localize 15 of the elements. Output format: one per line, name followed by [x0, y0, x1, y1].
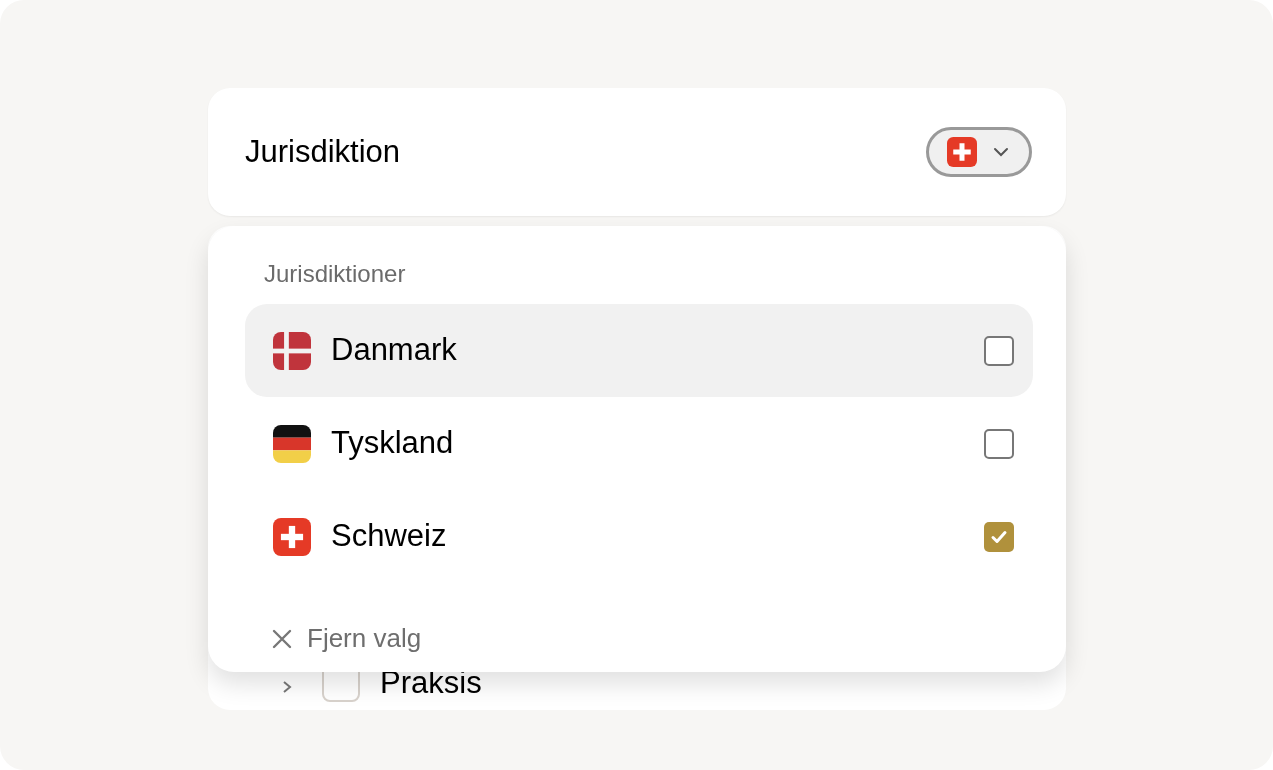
- option-label: Schweiz: [331, 517, 448, 556]
- menu-option[interactable]: Schweiz: [245, 490, 1033, 583]
- jurisdiction-selector[interactable]: [926, 127, 1032, 177]
- close-icon: [271, 627, 293, 650]
- section-title: Jurisdiktion: [245, 132, 401, 171]
- menu-option[interactable]: Tyskland: [245, 397, 1033, 490]
- tree-item-label: Praksis: [380, 663, 482, 702]
- menu-heading: Jurisdiktioner: [263, 259, 407, 289]
- menu-option[interactable]: Danmark: [245, 304, 1033, 397]
- clear-selection-button[interactable]: Fjern valg: [271, 619, 422, 658]
- option-label: Danmark: [331, 331, 458, 370]
- checkbox[interactable]: [984, 521, 1014, 552]
- option-label: Tyskland: [331, 424, 455, 463]
- checkbox[interactable]: [984, 428, 1014, 459]
- checkbox[interactable]: [984, 335, 1014, 366]
